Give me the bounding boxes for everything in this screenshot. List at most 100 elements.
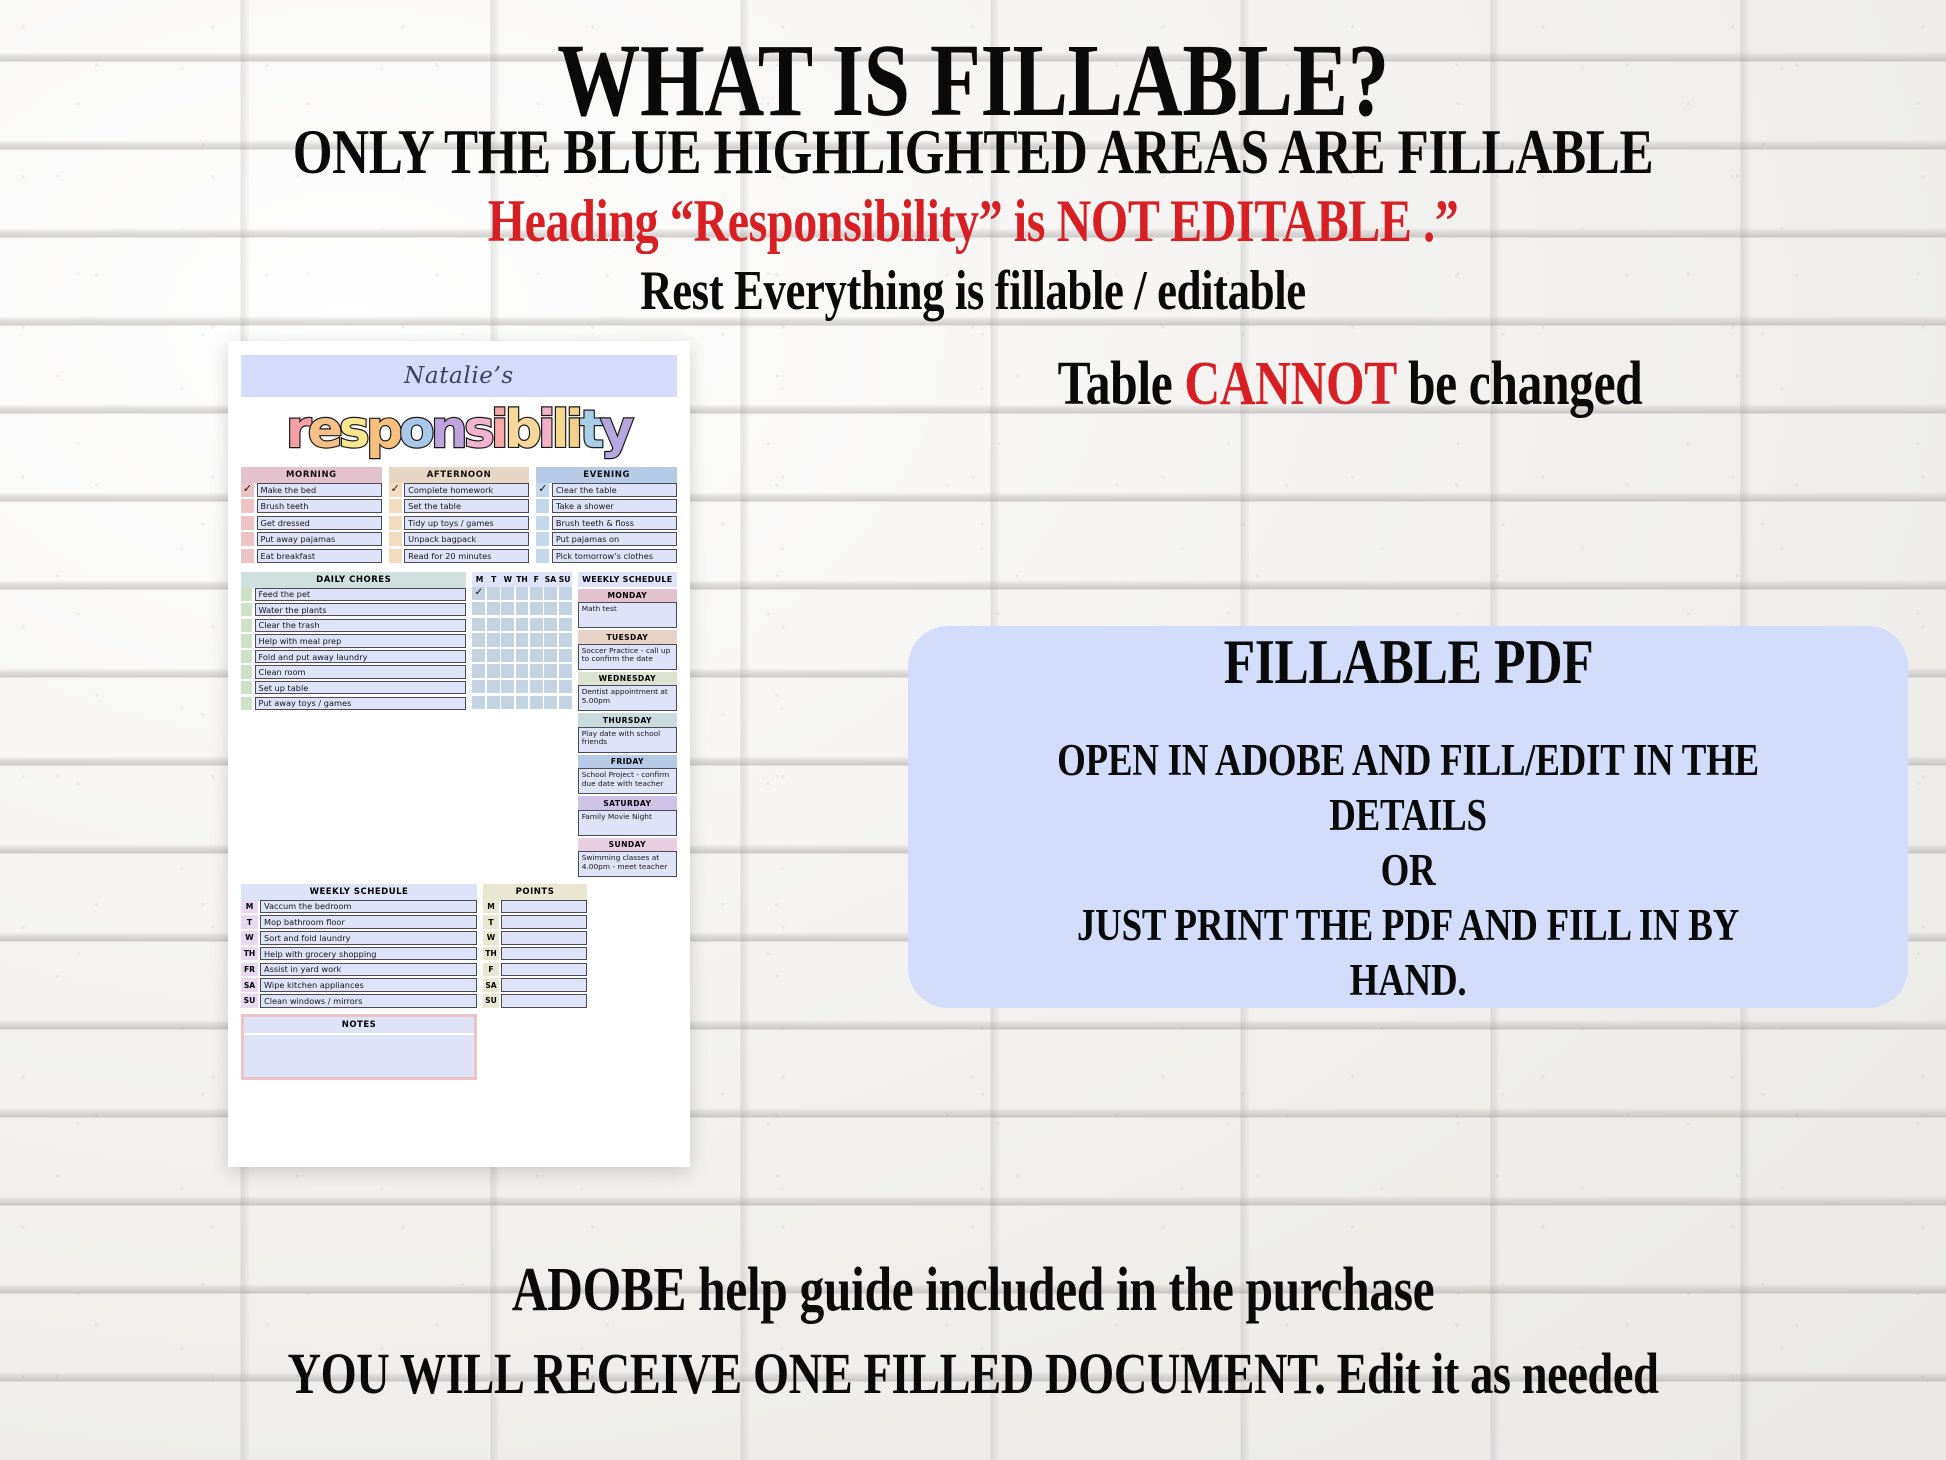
day-grid-cell[interactable] — [486, 617, 500, 632]
checkmark-icon[interactable] — [536, 515, 550, 530]
day-grid-cell[interactable] — [472, 617, 486, 632]
checkmark-icon[interactable]: ✓ — [241, 482, 254, 497]
day-grid-cell[interactable] — [486, 633, 500, 647]
chore-input[interactable]: Fold and put away laundry — [254, 649, 467, 664]
day-grid-cell[interactable] — [472, 633, 486, 647]
day-grid-cell[interactable] — [530, 695, 543, 709]
day-grid-cell[interactable] — [472, 664, 486, 678]
day-grid-cell[interactable] — [472, 695, 486, 709]
day-grid-cell[interactable] — [530, 633, 543, 647]
day-grid-cell[interactable] — [472, 602, 486, 616]
points-input[interactable] — [501, 946, 587, 961]
day-grid-cell[interactable] — [544, 633, 558, 647]
day-grid-cell[interactable] — [486, 679, 500, 694]
day-grid-cell[interactable] — [544, 664, 558, 678]
checkmark-icon[interactable] — [536, 532, 550, 546]
chore-checkbox[interactable] — [241, 649, 252, 664]
day-grid-cell[interactable] — [501, 633, 515, 647]
points-input[interactable] — [501, 978, 587, 992]
day-grid-cell[interactable] — [486, 695, 500, 709]
day-grid-cell[interactable] — [486, 586, 500, 600]
routine-task-input[interactable]: Brush teeth & floss — [551, 515, 678, 530]
points-input[interactable] — [501, 931, 587, 945]
checkmark-icon[interactable] — [241, 499, 254, 513]
day-grid-cell[interactable] — [472, 679, 486, 694]
checkmark-icon[interactable] — [388, 548, 402, 563]
routine-task-input[interactable]: Pick tomorrow’s clothes — [551, 548, 678, 563]
day-grid-cell[interactable] — [530, 586, 543, 600]
routine-task-input[interactable]: Set the table — [404, 499, 530, 513]
weekly-task-input[interactable]: Assist in yard work — [260, 962, 477, 977]
chore-checkbox[interactable] — [241, 665, 252, 679]
day-grid-cell[interactable] — [558, 602, 572, 616]
chore-input[interactable]: Clear the trash — [254, 618, 467, 633]
points-input[interactable] — [501, 915, 587, 929]
day-grid-cell[interactable] — [558, 695, 572, 709]
schedule-day-input[interactable]: Dentist appointment at 5.00pm — [577, 685, 677, 711]
day-grid-cell[interactable] — [558, 648, 572, 663]
checkmark-icon[interactable] — [388, 499, 402, 513]
day-grid-cell[interactable] — [501, 679, 515, 694]
routine-task-input[interactable]: Read for 20 minutes — [404, 548, 530, 563]
checkmark-icon[interactable] — [536, 548, 550, 563]
weekly-task-input[interactable]: Clean windows / mirrors — [260, 994, 477, 1008]
day-grid-cell[interactable] — [530, 679, 543, 694]
chore-input[interactable]: Feed the pet — [254, 587, 467, 601]
routine-task-input[interactable]: Unpack bagpack — [404, 532, 530, 546]
chore-checkbox[interactable] — [241, 603, 252, 617]
weekly-task-input[interactable]: Help with grocery shopping — [260, 946, 477, 961]
chore-checkbox[interactable] — [241, 680, 252, 695]
routine-task-input[interactable]: Put away pajamas — [256, 532, 382, 546]
day-grid-cell[interactable] — [530, 664, 543, 678]
weekly-task-input[interactable]: Vaccum the bedroom — [260, 899, 477, 914]
day-grid-cell[interactable] — [558, 633, 572, 647]
day-grid-cell[interactable] — [544, 679, 558, 694]
points-input[interactable] — [501, 899, 587, 914]
day-grid-cell[interactable] — [501, 586, 515, 600]
day-grid-cell[interactable] — [486, 648, 500, 663]
day-grid-cell[interactable] — [530, 648, 543, 663]
checkmark-icon[interactable] — [536, 499, 550, 513]
chore-input[interactable]: Set up table — [254, 680, 467, 695]
chore-checkbox[interactable] — [241, 618, 252, 633]
day-grid-cell[interactable] — [501, 648, 515, 663]
checkmark-icon[interactable] — [241, 515, 254, 530]
checkmark-icon[interactable] — [241, 548, 254, 563]
routine-task-input[interactable]: Complete homework — [404, 482, 530, 497]
day-grid-cell[interactable] — [515, 664, 529, 678]
checkmark-icon[interactable] — [388, 515, 402, 530]
routine-task-input[interactable]: Put pajamas on — [551, 532, 678, 546]
chore-input[interactable]: Help with meal prep — [254, 634, 467, 648]
day-grid-cell[interactable] — [501, 617, 515, 632]
day-grid-cell[interactable] — [544, 602, 558, 616]
chore-input[interactable]: Water the plants — [254, 603, 467, 617]
day-grid-cell[interactable] — [501, 602, 515, 616]
day-grid-cell[interactable]: ✓ — [472, 586, 486, 600]
day-grid-cell[interactable] — [530, 602, 543, 616]
schedule-day-input[interactable]: Soccer Practice - call up to confirm the… — [577, 643, 677, 670]
day-grid-cell[interactable] — [515, 617, 529, 632]
name-field[interactable]: Natalie’s — [241, 355, 677, 397]
day-grid-cell[interactable] — [530, 617, 543, 632]
weekly-task-input[interactable]: Sort and fold laundry — [260, 931, 477, 945]
weekly-task-input[interactable]: Wipe kitchen appliances — [260, 978, 477, 992]
day-grid-cell[interactable] — [544, 617, 558, 632]
day-grid-cell[interactable] — [515, 695, 529, 709]
day-grid-cell[interactable] — [558, 679, 572, 694]
schedule-day-input[interactable]: School Project - confirm due date with t… — [577, 768, 677, 794]
day-grid-cell[interactable] — [558, 586, 572, 600]
notes-input[interactable] — [244, 1034, 474, 1077]
day-grid-cell[interactable] — [472, 648, 486, 663]
day-grid-cell[interactable] — [515, 633, 529, 647]
day-grid-cell[interactable] — [486, 664, 500, 678]
chore-checkbox[interactable] — [241, 696, 252, 710]
routine-task-input[interactable]: Eat breakfast — [256, 548, 382, 563]
day-grid-cell[interactable] — [544, 586, 558, 600]
weekly-task-input[interactable]: Mop bathroom floor — [260, 915, 477, 929]
schedule-day-input[interactable]: Math test — [577, 602, 677, 628]
chore-checkbox[interactable] — [241, 587, 252, 601]
schedule-day-input[interactable]: Play date with school friends — [577, 726, 677, 753]
points-input[interactable] — [501, 994, 587, 1008]
day-grid-cell[interactable] — [515, 648, 529, 663]
day-grid-cell[interactable] — [544, 648, 558, 663]
